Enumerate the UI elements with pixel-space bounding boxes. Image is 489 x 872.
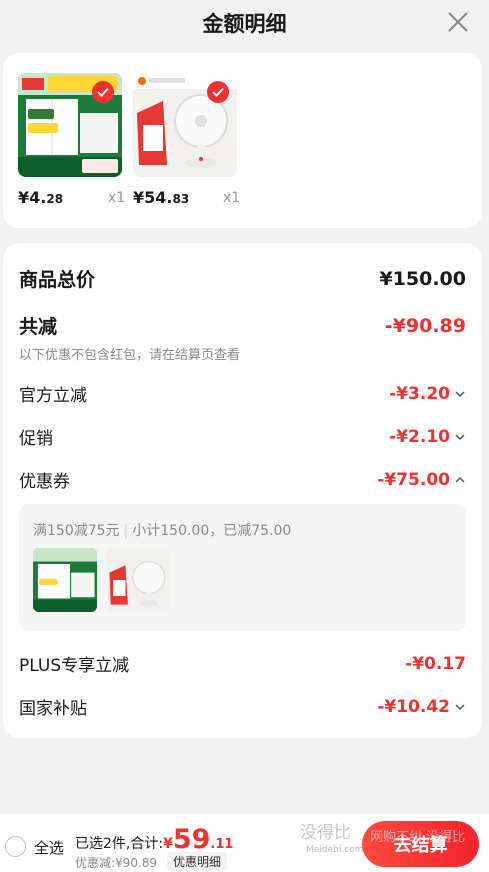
official-discount-row[interactable]: 官方立减 -¥3.20 xyxy=(19,381,466,406)
discount-detail-button[interactable]: 优惠明细 xyxy=(167,852,228,871)
product-quantity: x1 xyxy=(223,190,241,206)
coupon-product-thumb xyxy=(33,548,97,612)
product-price-row: ¥4.28 x1 xyxy=(18,186,126,214)
product-price-row: ¥54.83 x1 xyxy=(133,186,241,214)
chevron-down-icon[interactable] xyxy=(454,388,466,400)
coupon-rule-text: 满150减75元 | 小计150.00，已减75.00 xyxy=(33,523,292,539)
coupon-detail-box: 满150减75元 | 小计150.00，已减75.00 xyxy=(19,504,466,631)
bottom-bar: 全选 已选2件,合计: ¥59.11 优惠减:¥90.89 优惠明细 没得比 M… xyxy=(0,814,489,872)
select-all-checkbox[interactable] xyxy=(5,836,26,857)
product-quantity: x1 xyxy=(108,190,126,206)
coupon-product-thumb xyxy=(107,548,171,612)
coupon-subtotal: 小计150.00，已减75.00 xyxy=(132,523,292,539)
product-item[interactable]: ¥4.28 x1 xyxy=(18,73,126,214)
plus-discount-value: -¥0.17 xyxy=(405,653,466,674)
chevron-up-icon[interactable] xyxy=(454,474,466,486)
order-total: ¥59.11 xyxy=(163,824,234,855)
product-price: ¥54.83 xyxy=(133,188,190,207)
coupon-label: 优惠券 xyxy=(19,472,70,492)
selected-count-text: 已选2件,合计: xyxy=(75,836,164,852)
watermark-text: 没得比 xyxy=(300,823,351,843)
total-reduce-value: -¥90.89 xyxy=(384,314,466,337)
national-subsidy-row[interactable]: 国家补贴 -¥10.42 xyxy=(19,694,466,719)
watermark-site: Meidebi.com xyxy=(306,845,364,855)
plus-discount-label: PLUS专享立减 xyxy=(19,656,130,676)
page-title: 金额明细 xyxy=(202,12,287,36)
switch-product-picture xyxy=(33,548,97,612)
product-price: ¥4.28 xyxy=(18,188,64,207)
total-reduce-label: 共减 xyxy=(19,316,58,338)
national-subsidy-label: 国家补贴 xyxy=(19,699,87,719)
select-all-label[interactable]: 全选 xyxy=(34,837,64,858)
coupon-rule: 满150减75元 xyxy=(33,523,120,539)
price-detail-card: 商品总价 ¥150.00 共减 -¥90.89 以下优惠不包含红包，请在结算页查… xyxy=(3,243,482,738)
national-subsidy-value: -¥10.42 xyxy=(377,697,466,717)
checkout-button[interactable]: 去结算 xyxy=(362,821,479,867)
reduce-note: 以下优惠不包含红包，请在结算页查看 xyxy=(19,348,241,363)
chevron-down-icon[interactable] xyxy=(454,701,466,713)
promotion-row[interactable]: 促销 -¥2.10 xyxy=(19,424,466,449)
official-discount-label: 官方立减 xyxy=(19,386,87,406)
fan-product-picture xyxy=(107,548,171,612)
promotion-label: 促销 xyxy=(19,429,53,449)
product-image-fan[interactable] xyxy=(133,73,237,177)
coupon-row[interactable]: 优惠券 -¥75.00 xyxy=(19,467,466,492)
order-summary: 已选2件,合计: ¥59.11 xyxy=(75,824,233,855)
total-price-value: ¥150.00 xyxy=(379,267,466,290)
promotion-value: -¥2.10 xyxy=(389,427,466,447)
plus-discount-row: PLUS专享立减 -¥0.17 xyxy=(19,651,466,677)
product-image-switch[interactable] xyxy=(18,73,122,177)
coupon-value: -¥75.00 xyxy=(377,470,466,490)
header: 金额明细 xyxy=(0,0,489,46)
discount-amount-text: 优惠减:¥90.89 xyxy=(75,856,158,870)
close-icon[interactable] xyxy=(445,9,471,35)
total-price-label: 商品总价 xyxy=(19,269,96,291)
product-item[interactable]: ¥54.83 x1 xyxy=(133,73,241,214)
products-card: ¥4.28 x1 ¥54.83 x1 xyxy=(3,53,482,228)
total-reduce-row: 共减 -¥90.89 xyxy=(19,312,466,339)
total-price-row: 商品总价 ¥150.00 xyxy=(19,265,466,292)
selected-check-icon[interactable] xyxy=(92,81,114,103)
selected-check-icon[interactable] xyxy=(207,81,229,103)
official-discount-value: -¥3.20 xyxy=(389,384,466,404)
chevron-down-icon[interactable] xyxy=(454,431,466,443)
